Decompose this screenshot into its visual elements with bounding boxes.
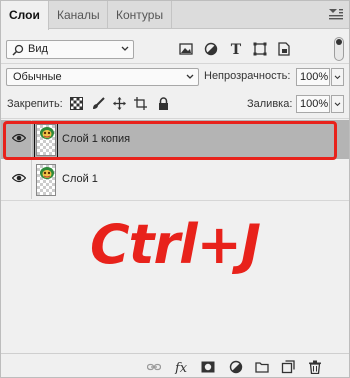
layer-thumbnail [36,164,56,196]
lock-artboard-icon[interactable] [134,97,147,110]
svg-text:T: T [231,42,242,57]
filter-kind-select[interactable]: Вид [6,40,134,59]
eye-icon[interactable] [12,173,26,183]
divider [1,63,349,64]
lock-transparency-icon[interactable] [70,97,83,110]
layer-thumbnail [34,122,58,158]
image-filter-icon[interactable] [178,41,194,57]
layer-art-icon [40,167,54,179]
layer-name: Слой 1 [62,173,98,185]
lock-position-move-icon[interactable] [113,97,126,110]
layer-row-copy[interactable]: Слой 1 копия [1,120,349,160]
fill-slider-button[interactable] [331,95,344,113]
tab-channels[interactable]: Каналы [49,1,108,29]
trash-icon[interactable] [308,360,322,374]
opacity-input[interactable]: 100% [296,68,330,86]
eye-icon[interactable] [12,133,26,143]
fill-input[interactable]: 100% [296,95,330,113]
shape-filter-icon[interactable] [252,41,268,57]
opacity-slider-button[interactable] [331,68,344,86]
panel-menu-icon[interactable] [329,9,343,20]
tab-layers[interactable]: Слои [1,1,49,30]
chevron-down-icon [121,46,129,51]
blend-mode-value: Обычные [13,71,62,83]
filter-toggle[interactable] [334,37,344,61]
link-icon[interactable] [147,360,161,374]
smart-object-filter-icon[interactable] [276,41,292,57]
type-filter-icon[interactable]: T [228,41,244,57]
chevron-down-icon [334,102,341,107]
visibility-divider [31,120,32,159]
group-folder-icon[interactable] [255,360,269,374]
lock-pixels-brush-icon[interactable] [92,97,105,110]
layers-bottom-toolbar: fx [1,353,349,377]
search-icon [12,44,24,56]
shortcut-annotation: Ctrl+J [90,213,261,276]
new-layer-icon[interactable] [281,360,295,374]
visibility-divider [31,160,32,199]
layer-art-icon [40,127,54,139]
adjustment-filter-icon[interactable] [203,41,219,57]
blend-mode-select[interactable]: Обычные [6,68,199,86]
layer-row-original[interactable]: Слой 1 [1,160,349,199]
fill-label: Заливка: [247,98,293,110]
adjustment-layer-icon[interactable] [229,360,243,374]
lock-all-icon[interactable] [157,97,170,110]
panel-tab-bar: Слои Каналы Контуры [1,1,349,30]
tab-paths[interactable]: Контуры [108,1,172,29]
lock-label: Закрепить: [7,98,63,110]
layers-panel: Слои Каналы Контуры Вид T Обычные Непроз… [0,0,350,378]
fx-icon[interactable]: fx [174,360,190,374]
opacity-label: Непрозрачность: [204,70,291,82]
filter-kind-label: Вид [28,43,48,55]
divider [1,200,349,201]
svg-text:fx: fx [174,361,188,374]
toggle-knob [336,39,342,45]
chevron-down-icon [186,74,194,79]
mask-icon[interactable] [201,360,215,374]
chevron-down-icon [334,75,341,80]
layer-name: Слой 1 копия [62,133,131,145]
